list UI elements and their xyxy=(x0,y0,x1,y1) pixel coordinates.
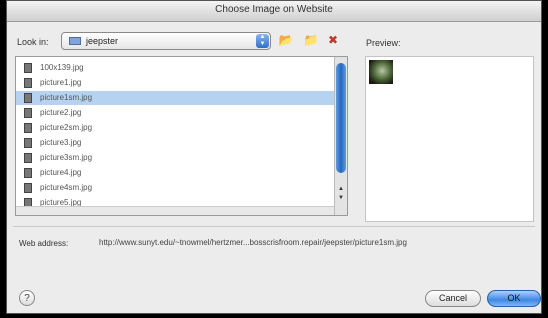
file-icon xyxy=(24,153,32,163)
horizontal-scrollbar[interactable] xyxy=(16,206,334,215)
combo-arrows-icon[interactable]: ▲ ▼ xyxy=(256,34,269,48)
up-folder-icon[interactable]: 📂 xyxy=(278,32,294,48)
web-address-label: Web address: xyxy=(19,239,69,248)
file-name: picture2.jpg xyxy=(40,108,82,117)
folder-icon xyxy=(69,37,81,45)
file-row[interactable]: picture1.jpg xyxy=(16,76,334,90)
look-in-combo[interactable]: jeepster ▲ ▼ xyxy=(61,32,271,50)
file-list[interactable]: 100x139.jpg picture1.jpg picture1sm.jpg … xyxy=(15,56,348,216)
look-in-label: Look in: xyxy=(17,37,49,47)
file-row[interactable]: 100x139.jpg xyxy=(16,61,334,75)
preview-thumbnail-image xyxy=(369,60,393,84)
file-name: picture1sm.jpg xyxy=(40,93,93,102)
file-icon xyxy=(24,183,32,193)
file-row[interactable]: picture3sm.jpg xyxy=(16,151,334,165)
scroll-down-arrow-icon[interactable]: ▼ xyxy=(336,194,346,202)
title-bar: Choose Image on Website xyxy=(7,1,541,22)
scroll-thumb[interactable] xyxy=(336,63,346,173)
ok-button[interactable]: OK xyxy=(487,290,541,307)
file-icon xyxy=(24,138,32,148)
file-icon xyxy=(24,78,32,88)
file-icon xyxy=(24,168,32,178)
file-row-selected[interactable]: picture1sm.jpg xyxy=(16,91,334,105)
dialog-title: Choose Image on Website xyxy=(215,4,333,15)
choose-image-dialog: Choose Image on Website Look in: jeepste… xyxy=(6,0,542,314)
cancel-button[interactable]: Cancel xyxy=(425,290,481,307)
file-row[interactable]: picture2sm.jpg xyxy=(16,121,334,135)
file-row[interactable]: picture4sm.jpg xyxy=(16,181,334,195)
help-button[interactable]: ? xyxy=(19,290,35,306)
file-icon xyxy=(24,108,32,118)
file-name: picture3.jpg xyxy=(40,138,82,147)
file-name: picture4.jpg xyxy=(40,168,82,177)
file-row[interactable]: picture2.jpg xyxy=(16,106,334,120)
file-icon xyxy=(24,93,32,103)
file-row[interactable]: picture3.jpg xyxy=(16,136,334,150)
divider xyxy=(13,226,535,227)
file-icon xyxy=(24,63,32,73)
web-address-value: http://www.sunyt.edu/~tnowmel/hertzmer..… xyxy=(99,238,407,247)
file-name: picture4sm.jpg xyxy=(40,183,93,192)
file-name: 100x139.jpg xyxy=(40,63,84,72)
file-icon xyxy=(24,123,32,133)
vertical-scrollbar[interactable]: ▲ ▼ xyxy=(334,57,347,215)
file-row[interactable]: picture4.jpg xyxy=(16,166,334,180)
new-folder-icon[interactable]: 📁 xyxy=(303,32,319,48)
preview-pane xyxy=(365,56,534,222)
preview-label: Preview: xyxy=(366,38,401,48)
file-name: picture1.jpg xyxy=(40,78,82,87)
file-name: picture2sm.jpg xyxy=(40,123,93,132)
look-in-value: jeepster xyxy=(86,36,119,46)
file-name: picture3sm.jpg xyxy=(40,153,93,162)
delete-icon[interactable]: ✖ xyxy=(325,32,341,48)
scroll-up-arrow-icon[interactable]: ▲ xyxy=(336,185,346,193)
